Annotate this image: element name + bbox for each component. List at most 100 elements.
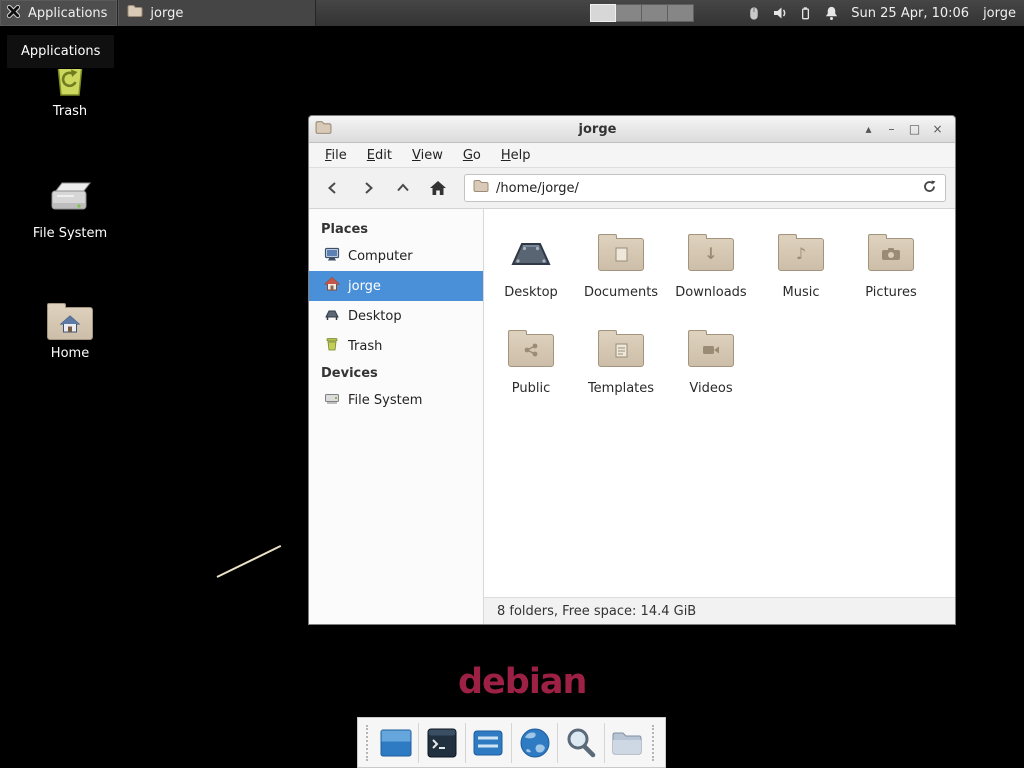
path-bar[interactable]: /home/jorge/ — [464, 174, 946, 202]
file-item-public[interactable]: Public — [486, 321, 576, 417]
magnifier-icon — [563, 725, 599, 761]
forward-button[interactable] — [353, 174, 383, 202]
window-title: jorge — [338, 122, 857, 137]
home-button[interactable] — [423, 174, 453, 202]
window-titlebar[interactable]: jorge ▴ – □ × — [309, 116, 955, 143]
workspace-3[interactable] — [642, 4, 668, 22]
taskbar-window-label: jorge — [150, 6, 183, 21]
dock-desktop-button[interactable] — [374, 721, 417, 765]
videos-folder-icon — [688, 321, 734, 379]
window-mini-folder-icon — [127, 4, 143, 22]
taskbar-window-button[interactable]: jorge — [118, 0, 316, 26]
desktop-folder-icon — [505, 225, 557, 283]
dock-handle[interactable] — [366, 725, 371, 761]
sidebar-item-label: Trash — [348, 339, 382, 354]
sidebar-item-label: jorge — [348, 279, 381, 294]
reload-icon[interactable] — [922, 179, 937, 198]
filemanager-folder-icon — [609, 725, 645, 761]
workspace-4[interactable] — [668, 4, 694, 22]
menu-help[interactable]: Help — [491, 145, 541, 166]
workspace-pager — [590, 0, 694, 26]
applications-menu-label: Applications — [28, 6, 107, 21]
volume-icon[interactable] — [772, 5, 788, 21]
file-manager-window: jorge ▴ – □ × File Edit View Go Help — [308, 115, 956, 625]
desktop-root: { "colors": { "selection_blue": "#4a90d9… — [0, 0, 1024, 768]
dock-separator — [604, 723, 605, 763]
sidebar-item-jorge[interactable]: jorge — [309, 271, 483, 301]
panel-settings-icon — [470, 725, 506, 761]
sidebar-item-label: Computer — [348, 249, 413, 264]
applications-menu-button[interactable]: Applications — [0, 0, 118, 26]
sidebar-item-label: File System — [348, 393, 422, 408]
close-button[interactable]: × — [926, 122, 949, 136]
menu-edit[interactable]: Edit — [357, 145, 402, 166]
sidebar: Places Computer — [309, 209, 484, 624]
xorg-logo-icon — [6, 4, 21, 23]
top-panel: Applications jorge — [0, 0, 1024, 26]
path-value[interactable]: /home/jorge/ — [496, 181, 915, 196]
workspace-1[interactable] — [590, 4, 616, 22]
sidebar-item-trash[interactable]: Trash — [309, 331, 483, 361]
files-grid: Desktop Documents ↓ Downloads — [484, 209, 955, 417]
file-item-downloads[interactable]: ↓ Downloads — [666, 225, 756, 321]
file-label: Pictures — [865, 285, 916, 300]
file-label: Documents — [584, 285, 658, 300]
maximize-button[interactable]: □ — [903, 122, 926, 136]
sidebar-places-header: Places — [309, 217, 483, 241]
menu-file[interactable]: File — [315, 145, 357, 166]
system-tray — [746, 0, 839, 26]
computer-icon — [324, 246, 340, 266]
dock-separator — [418, 723, 419, 763]
desktop-icon-filesystem[interactable]: File System — [22, 172, 118, 241]
dock-filemanager-button[interactable] — [606, 721, 649, 765]
documents-folder-icon — [598, 225, 644, 283]
desktop-icon-label: Home — [26, 346, 114, 361]
sidebar-item-desktop[interactable]: Desktop — [309, 301, 483, 331]
mouse-plugin-icon[interactable] — [746, 5, 761, 21]
file-item-desktop[interactable]: Desktop — [486, 225, 576, 321]
panel-spacer — [316, 0, 590, 26]
dock — [357, 717, 666, 768]
file-label: Templates — [588, 381, 654, 396]
dock-panel-settings-button[interactable] — [467, 721, 510, 765]
toolbar: /home/jorge/ — [309, 168, 955, 209]
globe-icon — [517, 725, 553, 761]
harddrive-icon — [22, 172, 118, 220]
desktop-icon-home[interactable]: Home — [26, 298, 114, 361]
back-button[interactable] — [318, 174, 348, 202]
file-label: Downloads — [675, 285, 746, 300]
file-item-music[interactable]: ♪ Music — [756, 225, 846, 321]
up-button[interactable] — [388, 174, 418, 202]
public-folder-icon — [508, 321, 554, 379]
file-item-videos[interactable]: Videos — [666, 321, 756, 417]
file-item-templates[interactable]: Templates — [576, 321, 666, 417]
file-label: Desktop — [504, 285, 558, 300]
dock-browser-button[interactable] — [513, 721, 556, 765]
minimize-button[interactable]: – — [880, 122, 903, 136]
desktop-dock-icon — [378, 725, 414, 761]
sidebar-item-filesystem[interactable]: File System — [309, 385, 483, 415]
dock-terminal-button[interactable] — [420, 721, 463, 765]
menu-view[interactable]: View — [402, 145, 453, 166]
music-folder-icon: ♪ — [778, 225, 824, 283]
shade-button[interactable]: ▴ — [857, 122, 880, 136]
dock-handle[interactable] — [652, 725, 657, 761]
workspace-2[interactable] — [616, 4, 642, 22]
notification-bell-icon[interactable] — [824, 5, 839, 21]
sidebar-item-computer[interactable]: Computer — [309, 241, 483, 271]
file-item-documents[interactable]: Documents — [576, 225, 666, 321]
desktop-icon-label: File System — [22, 226, 118, 241]
downloads-folder-icon: ↓ — [688, 225, 734, 283]
menu-go[interactable]: Go — [453, 145, 491, 166]
panel-username[interactable]: jorge — [983, 0, 1016, 26]
dock-separator — [511, 723, 512, 763]
file-item-pictures[interactable]: Pictures — [846, 225, 936, 321]
panel-clock[interactable]: Sun 25 Apr, 10:06 — [851, 0, 969, 26]
home-icon — [324, 276, 340, 296]
window-body: Places Computer — [309, 209, 955, 624]
dock-appfinder-button[interactable] — [559, 721, 602, 765]
file-view-empty-area[interactable] — [484, 417, 955, 597]
sidebar-item-label: Desktop — [348, 309, 402, 324]
battery-icon[interactable] — [799, 5, 813, 21]
window-icon — [315, 120, 332, 139]
